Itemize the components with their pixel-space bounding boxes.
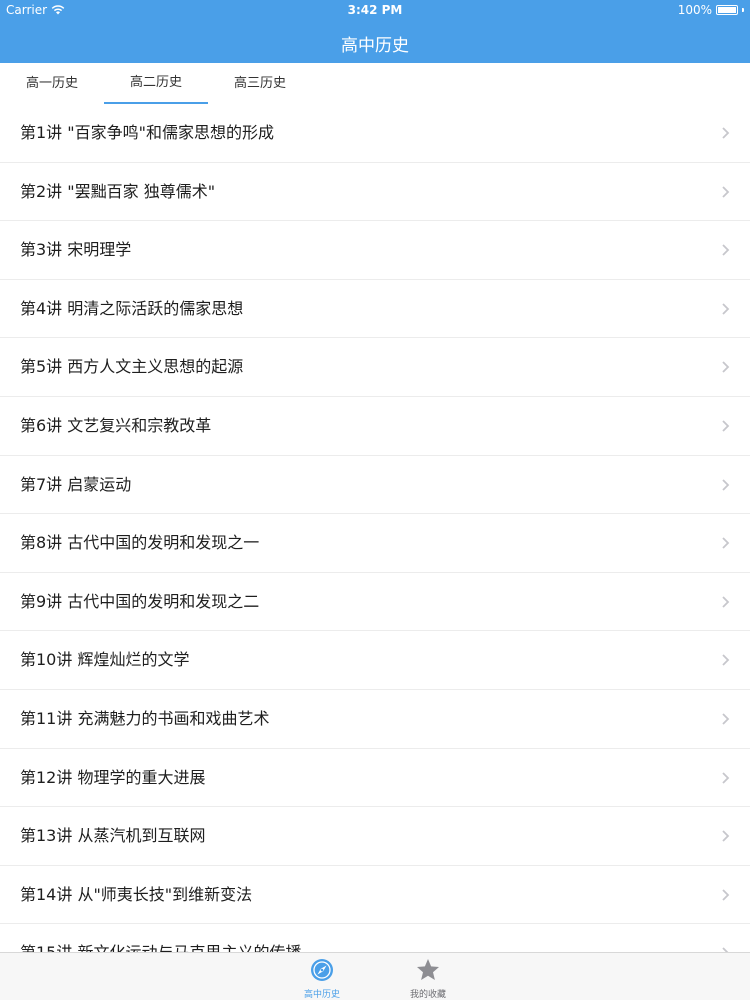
tabbar-item-favorites[interactable]: 我的收藏 [388,957,468,1000]
list-item-label: 第11讲 充满魅力的书画和戏曲艺术 [20,709,270,728]
page-title: 高中历史 [341,36,409,56]
list-item[interactable]: 第11讲 充满魅力的书画和戏曲艺术 [0,690,750,749]
chevron-right-icon [722,713,730,725]
list-item-label: 第14讲 从"师夷长技"到维新变法 [20,884,253,904]
list-item[interactable]: 第12讲 物理学的重大进展 [0,748,750,808]
chevron-right-icon [722,185,730,198]
battery-fill [718,7,736,13]
list-item-label: 第10讲 辉煌灿烂的文学 [20,650,190,670]
chevron-right-icon [722,596,730,608]
battery-percent: 100% [677,3,712,17]
list-item[interactable]: 第3讲 宋明理学 [0,221,750,280]
list-item[interactable]: 第4讲 明清之际活跃的儒家思想 [0,279,750,339]
list-item-label: 第9讲 古代中国的发明和发现之二 [20,591,260,611]
status-right: 100% [678,3,744,17]
chevron-right-icon [722,303,730,315]
lecture-list[interactable]: 第1讲 "百家争鸣"和儒家思想的形成 第2讲 "罢黜百家 独尊儒术" 第3讲 宋明理… [0,104,750,952]
tab-grade-2[interactable]: 高二历史 [104,63,208,105]
tabbar-item-history[interactable]: 高中历史 [282,957,362,1000]
status-time: 3:42 PM [347,3,403,17]
bottom-tab-bar: 高中历史 我的收藏 [0,952,750,1000]
chevron-right-icon [722,478,730,491]
list-item[interactable]: 第2讲 "罢黜百家 独尊儒术" [0,162,750,222]
chevron-right-icon [722,830,730,842]
list-item-label: 第2讲 "罢黜百家 独尊儒术" [20,181,216,201]
chevron-right-icon [722,771,730,784]
chevron-right-icon [722,244,730,256]
battery-icon [716,5,738,15]
chevron-right-icon [722,420,730,432]
tab-grade-3[interactable]: 高三历史 [208,63,312,105]
compass-icon [311,959,333,981]
list-item[interactable]: 第5讲 西方人文主义思想的起源 [0,338,750,397]
tabbar-label-history: 高中历史 [303,990,340,1000]
status-bar: Carrier 3:42 PM 100% [0,0,750,20]
list-item-label: 第6讲 文艺复兴和宗教改革 [20,416,212,435]
list-item-label: 第8讲 古代中国的发明和发现之一 [20,533,260,553]
chevron-right-icon [722,537,730,549]
list-item-label: 第4讲 明清之际活跃的儒家思想 [20,298,244,318]
list-item[interactable]: 第9讲 古代中国的发明和发现之二 [0,572,750,632]
list-item-label: 第13讲 从蒸汽机到互联网 [20,826,206,846]
list-item[interactable]: 第15讲 新文化运动与马克思主义的传播 [0,924,750,952]
list-item[interactable]: 第14讲 从"师夷长技"到维新变法 [0,865,750,925]
battery-tip [742,8,744,12]
list-item[interactable]: 第7讲 启蒙运动 [0,455,750,515]
list-item-label: 第12讲 物理学的重大进展 [20,767,206,787]
list-item[interactable]: 第10讲 辉煌灿烂的文学 [0,631,750,690]
chevron-right-icon [722,889,730,901]
tab-grade-1[interactable]: 高一历史 [0,63,104,105]
list-item[interactable]: 第1讲 "百家争鸣"和儒家思想的形成 [0,104,750,163]
list-item-label: 第15讲 新文化运动与马克思主义的传播 [20,924,301,952]
chevron-right-icon [722,361,730,374]
tabbar-label-favorites: 我的收藏 [409,990,446,1000]
list-item-label: 第7讲 启蒙运动 [20,474,132,494]
grade-tabs: 高一历史 高二历史 高三历史 [0,63,312,105]
list-item[interactable]: 第8讲 古代中国的发明和发现之一 [0,514,750,573]
chevron-right-icon [722,654,730,667]
star-icon [417,959,439,980]
list-item-label: 第3讲 宋明理学 [20,240,132,260]
list-item[interactable]: 第13讲 从蒸汽机到互联网 [0,807,750,866]
chevron-right-icon [722,127,730,139]
list-item-label: 第1讲 "百家争鸣"和儒家思想的形成 [20,123,274,142]
list-item-label: 第5讲 西方人文主义思想的起源 [20,357,244,377]
list-item[interactable]: 第6讲 文艺复兴和宗教改革 [0,397,750,456]
navigation-header: Carrier 3:42 PM 100% 高中历史 [0,0,750,63]
